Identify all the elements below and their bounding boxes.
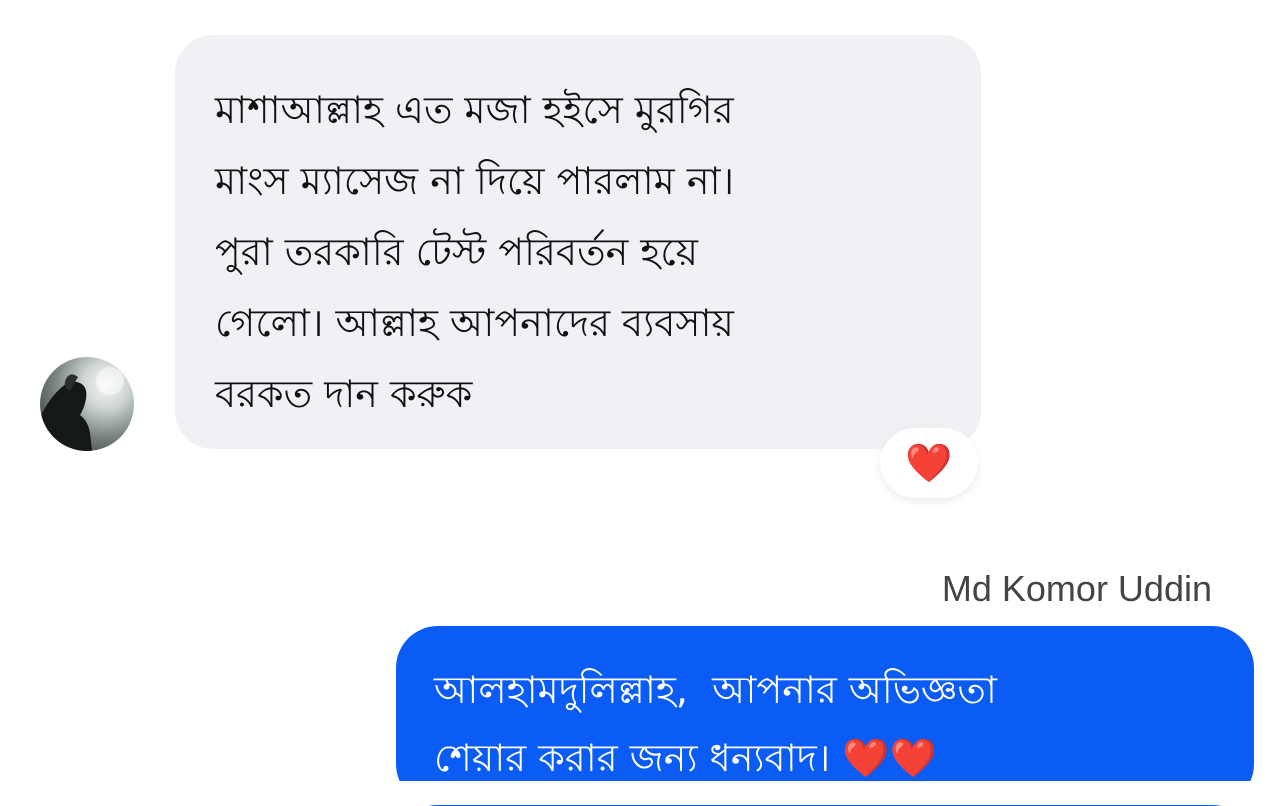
incoming-message-bubble[interactable]: মাশাআল্লাহ এত মজা হইসে মুরগির মাংস ম্যাস… bbox=[175, 35, 981, 449]
contact-avatar[interactable] bbox=[40, 357, 134, 451]
message-reaction[interactable]: ❤️ bbox=[880, 428, 978, 498]
chat-thread: মাশাআল্লাহ এত মজা হইসে মুরগির মাংস ম্যাস… bbox=[0, 0, 1280, 806]
bottom-edge bbox=[0, 781, 1280, 805]
incoming-message-text: মাশাআল্লাহ এত মজা হইসে মুরগির মাংস ম্যাস… bbox=[215, 88, 735, 416]
heart-reaction-icon: ❤️ bbox=[905, 441, 953, 485]
heart-emoji-icon: ❤️❤️ bbox=[842, 736, 937, 780]
outgoing-message-text: আলহামদুলিল্লাহ, আপনার অভিজ্ঞতা শেয়ার কর… bbox=[434, 656, 1224, 792]
sender-name: Md Komor Uddin bbox=[941, 568, 1212, 609]
outgoing-message-bubble[interactable]: আলহামদুলিল্লাহ, আপনার অভিজ্ঞতা শেয়ার কর… bbox=[396, 626, 1254, 806]
